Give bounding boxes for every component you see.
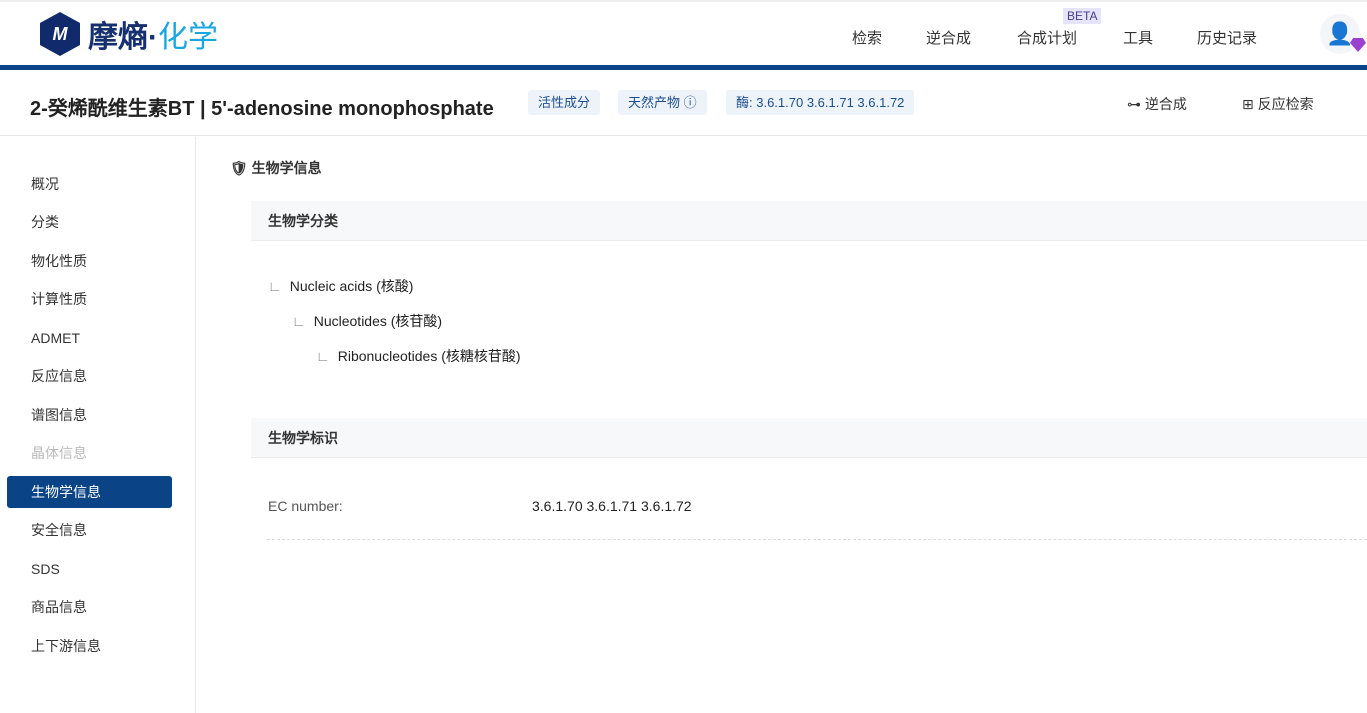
nav-search[interactable]: 检索 bbox=[852, 27, 882, 48]
nav-history[interactable]: 历史记录 bbox=[1197, 27, 1257, 48]
sidebar-item-safety[interactable]: 安全信息 bbox=[7, 514, 172, 546]
sidebar-item-computed[interactable]: 计算性质 bbox=[7, 283, 172, 315]
tag-enzyme[interactable]: 酶: 3.6.1.70 3.6.1.71 3.6.1.72 bbox=[726, 90, 915, 115]
nav-synthesis-plan[interactable]: 合成计划 bbox=[1017, 27, 1077, 48]
tree-item: ∟ Nucleic acids (核酸) bbox=[268, 278, 414, 294]
sidebar-item-crystal: 晶体信息 bbox=[31, 445, 87, 461]
nav-retrosynthesis[interactable]: 逆合成 bbox=[926, 27, 971, 48]
tree-label: Nucleic acids (核酸) bbox=[289, 278, 414, 294]
reaction-search-label: 反应检索 bbox=[1257, 96, 1314, 112]
brand-b: 化学 bbox=[158, 21, 218, 54]
sidebar-item-biology[interactable]: 生物学信息 bbox=[7, 476, 172, 508]
ec-value: 3.6.1.70 3.6.1.71 3.6.1.72 bbox=[532, 498, 692, 514]
logo-icon: M bbox=[40, 12, 80, 56]
sidebar-item-spectra[interactable]: 谱图信息 bbox=[7, 399, 172, 431]
shield-icon: 🛡 bbox=[230, 160, 252, 176]
tag-natural-product[interactable]: 天然产物 ⓘ bbox=[618, 90, 707, 115]
add-doc-icon: ⊞ bbox=[1242, 96, 1258, 112]
sidebar-item-reactions[interactable]: 反应信息 bbox=[7, 360, 172, 392]
tree-item: ∟ Nucleotides (核苷酸) bbox=[292, 313, 443, 329]
beta-badge: BETA bbox=[1063, 8, 1102, 24]
tree-label: Nucleotides (核苷酸) bbox=[313, 313, 443, 329]
sidebar-item-physchem[interactable]: 物化性质 bbox=[7, 245, 172, 277]
divider bbox=[267, 539, 1367, 540]
classification-header: 生物学分类 bbox=[251, 201, 1367, 241]
logo[interactable]: M 摩熵·化学 bbox=[40, 12, 218, 56]
section-label: 生物学信息 bbox=[251, 160, 322, 176]
top-nav: M 摩熵·化学 检索 逆合成 合成计划 BETA 工具 历史记录 👤 bbox=[0, 0, 1367, 65]
sidebar-item-sds[interactable]: SDS bbox=[7, 553, 172, 585]
tree-label: Ribonucleotides (核糖核苷酸) bbox=[337, 348, 521, 364]
sidebar-item-products[interactable]: 商品信息 bbox=[7, 591, 172, 623]
ec-label: EC number: bbox=[268, 498, 343, 514]
section-title: 🛡 生物学信息 bbox=[230, 158, 322, 178]
sidebar-item-overview[interactable]: 概况 bbox=[7, 168, 172, 200]
sidebar: 概况 分类 物化性质 计算性质 ADMET 反应信息 谱图信息 晶体信息 生物学… bbox=[0, 137, 196, 713]
vip-gem-icon bbox=[1350, 38, 1366, 52]
nav-tools[interactable]: 工具 bbox=[1123, 27, 1153, 48]
user-avatar-icon[interactable]: 👤 bbox=[1320, 14, 1360, 54]
compound-header: 2-癸烯酰维生素BT | 5'-adenosine monophosphate … bbox=[0, 70, 1367, 136]
identifiers-header: 生物学标识 bbox=[251, 418, 1367, 458]
tag-active-ingredient[interactable]: 活性成分 bbox=[528, 90, 601, 115]
sidebar-item-admet[interactable]: ADMET bbox=[7, 322, 172, 354]
sidebar-item-upstream[interactable]: 上下游信息 bbox=[7, 630, 172, 662]
reaction-search-button[interactable]: ⊞ 反应检索 bbox=[1242, 94, 1314, 114]
page-title: 2-癸烯酰维生素BT | 5'-adenosine monophosphate bbox=[30, 98, 494, 120]
retrosynthesis-button[interactable]: ⊶ 逆合成 bbox=[1127, 94, 1187, 114]
tree-icon: ⊶ bbox=[1127, 96, 1145, 112]
sidebar-item-classification[interactable]: 分类 bbox=[7, 206, 172, 238]
tree-item: ∟ Ribonucleotides (核糖核苷酸) bbox=[316, 348, 521, 364]
brand-a: 摩熵· bbox=[88, 21, 158, 54]
retrosynthesis-label: 逆合成 bbox=[1144, 96, 1187, 112]
